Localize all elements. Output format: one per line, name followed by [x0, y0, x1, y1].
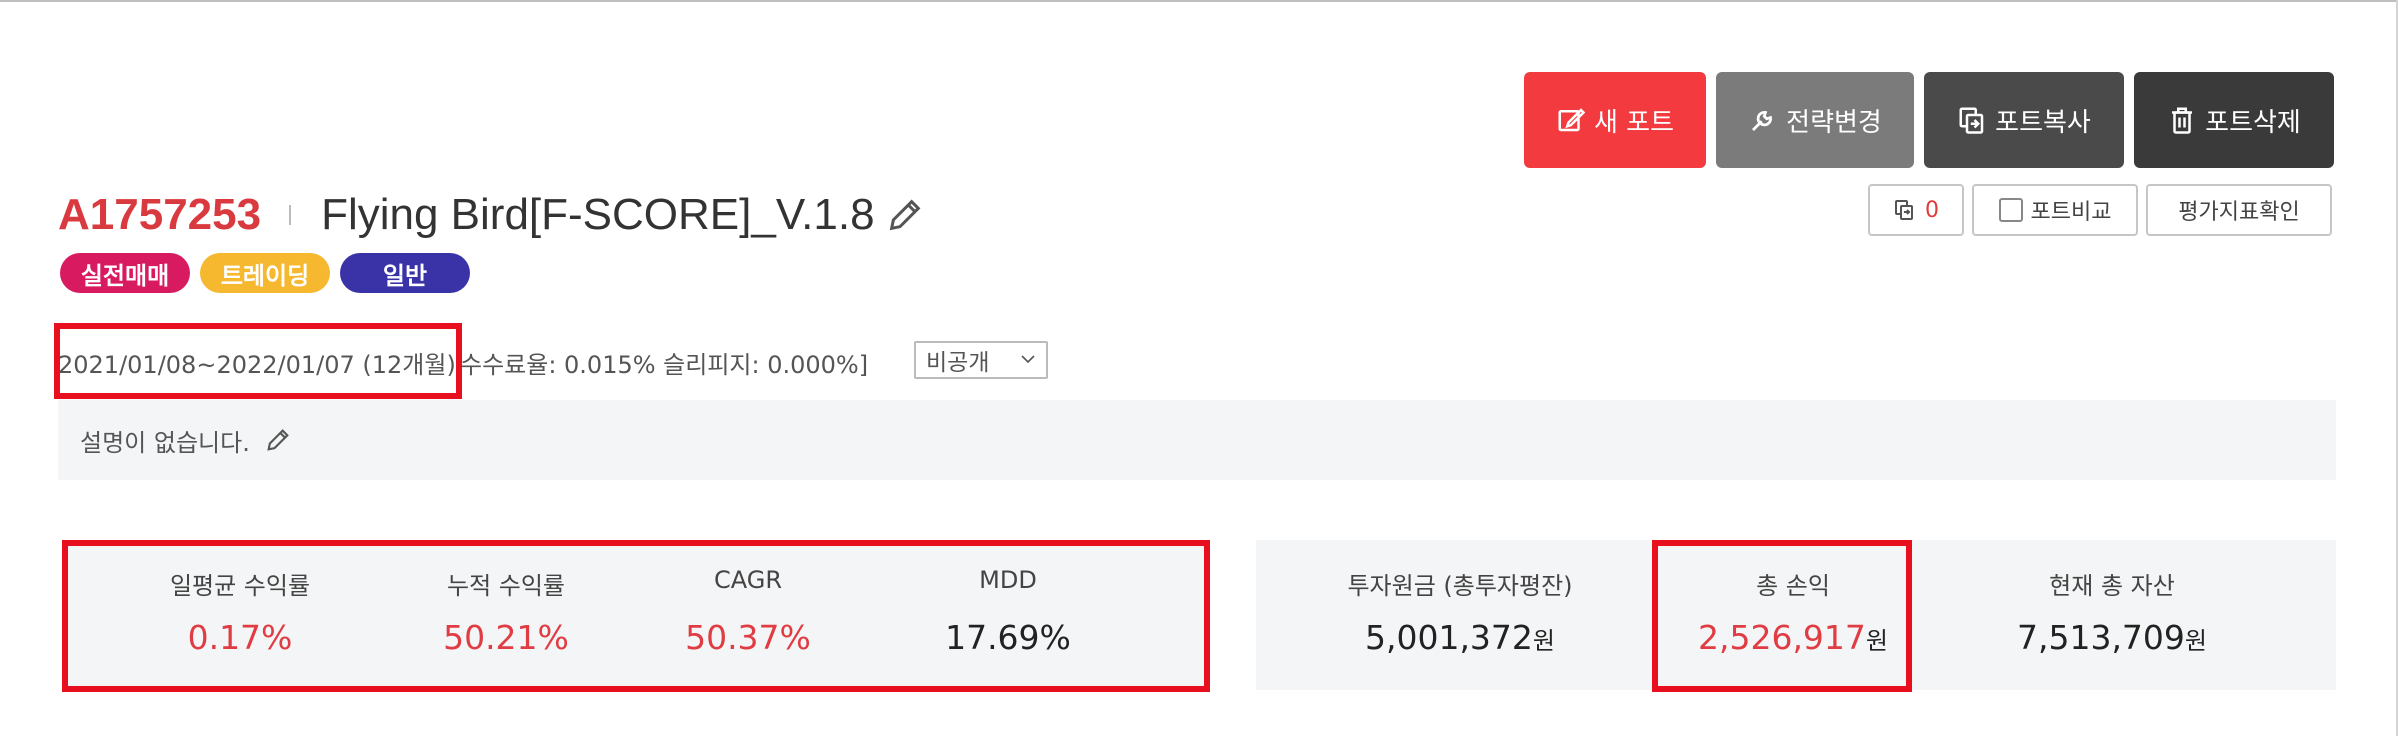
- action-toolbar: 새 포트 전략변경 포트복사 포트삭제: [1524, 72, 2334, 168]
- trash-icon: [2172, 107, 2193, 134]
- badge-general: 일반: [340, 253, 470, 293]
- top-divider: [0, 0, 2398, 2]
- pencil-icon[interactable]: [885, 195, 925, 235]
- stat-label: CAGR: [713, 566, 783, 594]
- stat-principal: 투자원금 (총투자평잔) 5,001,372원: [1300, 540, 1620, 690]
- visibility-value: 비공개: [926, 350, 990, 376]
- copy-icon: [1959, 107, 1984, 134]
- new-port-label: 새 포트: [1593, 107, 1675, 138]
- eval-metrics-button[interactable]: 평가지표확인: [2146, 184, 2332, 236]
- stat-daily-avg-return: 일평균 수익률 0.17%: [140, 540, 340, 690]
- compare-label: 포트비교: [2030, 200, 2112, 225]
- stat-label: 현재 총 자산: [2049, 572, 2175, 600]
- portfolio-badges: 실전매매 트레이딩 일반: [60, 253, 470, 293]
- change-strategy-button[interactable]: 전략변경: [1716, 72, 1914, 168]
- visibility-select[interactable]: 비공개: [914, 341, 1048, 379]
- stat-value: 5,001,372: [1364, 618, 1533, 657]
- stat-value-wrap: 5,001,372원: [1300, 618, 1620, 657]
- stat-label: 총 손익: [1756, 572, 1830, 600]
- stat-label: 일평균 수익률: [169, 572, 311, 600]
- badge-trading: 트레이딩: [200, 253, 330, 293]
- stat-value: 50.21%: [443, 618, 569, 657]
- stat-label: 누적 수익률: [446, 572, 566, 600]
- copy-count-value: 0: [1925, 197, 1939, 223]
- copy-port-button[interactable]: 포트복사: [1924, 72, 2124, 168]
- copy-count-button[interactable]: 0: [1868, 184, 1964, 236]
- copy-count-icon: [1895, 200, 1913, 220]
- stat-total-pnl: 총 손익 2,526,917원: [1668, 540, 1918, 690]
- compare-checkbox[interactable]: [1998, 198, 2023, 222]
- stat-value: 7,513,709: [2016, 618, 2185, 657]
- stat-unit: 원: [1865, 627, 1889, 655]
- stat-value-wrap: 2,526,917원: [1668, 618, 1918, 657]
- new-port-button[interactable]: 새 포트: [1524, 72, 1706, 168]
- backtest-period: 2021/01/08~2022/01/07 (12개월): [58, 350, 456, 379]
- compare-port-button[interactable]: 포트비교: [1972, 184, 2138, 236]
- stat-label: 투자원금 (총투자평잔): [1347, 572, 1573, 600]
- portfolio-header: A1757253 Flying Bird[F-SCORE]_V.1.8: [58, 190, 925, 240]
- delete-port-button[interactable]: 포트삭제: [2134, 72, 2334, 168]
- stat-unit: 원: [1532, 627, 1556, 655]
- returns-panel: 일평균 수익률 0.17% 누적 수익률 50.21% CAGR 50.37% …: [62, 540, 1208, 690]
- title-separator: [289, 205, 292, 225]
- portfolio-id: A1757253: [58, 190, 262, 239]
- description-text: 설명이 없습니다.: [80, 428, 250, 457]
- edit-icon: [1558, 108, 1586, 132]
- stat-value-wrap: 7,513,709원: [1972, 618, 2252, 657]
- stat-cumulative-return: 누적 수익률 50.21%: [406, 540, 606, 690]
- assets-panel: 투자원금 (총투자평잔) 5,001,372원 총 손익 2,526,917원 …: [1256, 540, 2336, 690]
- wrench-icon: [1752, 111, 1773, 131]
- backtest-info: 2021/01/08~2022/01/07 (12개월) 수수료율: 0.015…: [58, 340, 868, 384]
- stat-unit: 원: [2184, 627, 2208, 655]
- stat-mdd: MDD 17.69%: [908, 540, 1108, 690]
- stat-value: 50.37%: [685, 618, 811, 657]
- portfolio-name: Flying Bird[F-SCORE]_V.1.8: [321, 190, 875, 239]
- change-strategy-label: 전략변경: [1786, 107, 1882, 138]
- delete-port-label: 포트삭제: [2205, 107, 2301, 138]
- stat-total-assets: 현재 총 자산 7,513,709원: [1972, 540, 2252, 690]
- stat-value: 17.69%: [945, 618, 1071, 657]
- fee-slippage-info: 수수료율: 0.015% 슬리피지: 0.000%]: [460, 350, 869, 379]
- description-box: 설명이 없습니다.: [58, 400, 2336, 480]
- copy-port-label: 포트복사: [1995, 107, 2091, 138]
- chevron-down-icon: [1021, 355, 1035, 364]
- stat-value: 2,526,917: [1697, 618, 1866, 657]
- pencil-icon[interactable]: [264, 426, 292, 454]
- secondary-toolbar: 0 포트비교 평가지표확인: [1868, 184, 2332, 236]
- badge-live-trading: 실전매매: [60, 253, 190, 293]
- eval-metrics-label: 평가지표확인: [2178, 200, 2300, 225]
- stat-cagr: CAGR 50.37%: [648, 540, 848, 690]
- stat-label: MDD: [979, 566, 1037, 594]
- stat-value: 0.17%: [187, 618, 293, 657]
